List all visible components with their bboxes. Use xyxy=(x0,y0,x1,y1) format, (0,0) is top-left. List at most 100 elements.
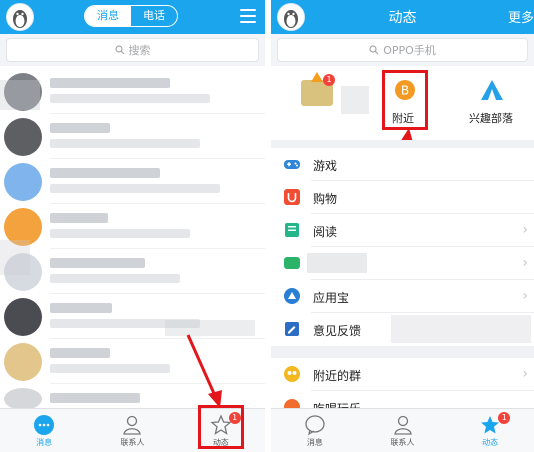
avatar xyxy=(4,388,42,410)
message-preview-redacted xyxy=(50,139,200,148)
avatar xyxy=(4,118,42,156)
chevron-right-icon: › xyxy=(522,222,528,238)
redaction-mosaic xyxy=(0,240,30,275)
menu-row-redacted[interactable]: › xyxy=(271,247,534,280)
feature-label: 兴趣部落 xyxy=(469,112,513,125)
feeds-screen: 动态 更多 OPPO手机 1 B 附近 兴趣部落 游戏 购物 阅读 › › 应用… xyxy=(271,0,534,452)
person-icon xyxy=(393,415,412,435)
book-icon xyxy=(285,223,299,237)
chevron-right-icon: › xyxy=(522,255,528,271)
messages-screen: 消息 电话 搜索 消息 联系人 1 动态 xyxy=(0,0,265,452)
chevron-right-icon: › xyxy=(522,366,528,382)
person-icon xyxy=(123,415,142,435)
tab-label: 动态 xyxy=(482,438,499,447)
avatar xyxy=(4,298,42,336)
contact-name-redacted xyxy=(50,168,160,178)
divider xyxy=(50,158,265,159)
contact-name-redacted xyxy=(50,258,145,268)
menu-row-reading[interactable]: 阅读 › xyxy=(271,214,534,247)
divider xyxy=(50,113,265,114)
divider xyxy=(50,248,265,249)
bottom-tab-bar: 消息 联系人 1 动态 xyxy=(271,408,534,452)
more-button[interactable]: 更多 xyxy=(508,7,534,26)
tab-label: 联系人 xyxy=(390,438,415,447)
row-label: 附近的群 xyxy=(313,369,362,383)
contact-name-redacted xyxy=(50,393,140,403)
feature-interest-tribe[interactable]: 兴趣部落 xyxy=(447,66,534,140)
message-preview-redacted xyxy=(50,184,220,193)
section-separator xyxy=(271,346,534,358)
gamepad-icon xyxy=(284,160,300,169)
tab-label: 联系人 xyxy=(120,438,145,447)
top-bar: 动态 更多 xyxy=(271,0,534,34)
feedback-icon xyxy=(285,322,299,336)
tab-contacts-bottom[interactable]: 联系人 xyxy=(88,409,176,452)
search-area: OPPO手机 xyxy=(271,34,534,66)
tab-messages-bottom[interactable]: 消息 xyxy=(0,409,88,452)
message-preview-redacted xyxy=(50,364,170,373)
contact-name-redacted xyxy=(50,123,110,133)
notification-badge: 1 xyxy=(323,74,335,86)
search-area: 搜索 xyxy=(0,34,265,66)
row-label: 应用宝 xyxy=(313,291,350,305)
tab-feeds-bottom[interactable]: 1 动态 xyxy=(446,409,534,452)
tab-phone[interactable]: 电话 xyxy=(131,6,177,26)
list-item[interactable] xyxy=(0,160,265,204)
arrow-annotation xyxy=(186,334,222,408)
shopping-bag-icon xyxy=(284,189,300,205)
message-phone-toggle: 消息 电话 xyxy=(84,5,178,27)
tab-label: 消息 xyxy=(306,438,323,447)
redaction-mosaic xyxy=(391,315,531,343)
row-label: 阅读 xyxy=(313,225,338,239)
divider xyxy=(50,203,265,204)
app-store-icon xyxy=(284,288,300,304)
search-placeholder: 搜索 xyxy=(128,44,151,57)
menu-row-nearby-groups[interactable]: 附近的群 › xyxy=(271,358,534,391)
row-label: 游戏 xyxy=(313,159,338,173)
feature-friend-feeds[interactable]: 1 xyxy=(271,66,369,140)
menu-icon[interactable] xyxy=(240,9,256,23)
menu-row-app-store[interactable]: 应用宝 › xyxy=(271,280,534,313)
penguin-avatar-icon xyxy=(7,4,33,30)
divider xyxy=(50,383,265,384)
highlight-box xyxy=(382,70,428,130)
chat-bubble-icon xyxy=(305,415,325,436)
tab-contacts-bottom[interactable]: 联系人 xyxy=(359,409,447,452)
message-preview-redacted xyxy=(50,274,180,283)
search-icon xyxy=(369,45,379,55)
tab-messages-bottom[interactable]: 消息 xyxy=(271,409,359,452)
highlight-box xyxy=(198,405,244,449)
divider xyxy=(50,338,265,339)
row-label: 意见反馈 xyxy=(313,324,362,338)
search-placeholder: OPPO手机 xyxy=(383,44,436,57)
contact-name-redacted xyxy=(50,348,110,358)
message-preview-redacted xyxy=(50,229,190,238)
nearby-group-icon xyxy=(284,366,300,382)
menu-row-shopping[interactable]: 购物 xyxy=(271,181,534,214)
list-item[interactable] xyxy=(0,115,265,159)
redaction-mosaic xyxy=(307,253,367,273)
green-app-icon xyxy=(284,257,300,269)
contact-name-redacted xyxy=(50,213,108,223)
menu-row-games[interactable]: 游戏 xyxy=(271,148,534,181)
menu-row-feedback[interactable]: 意见反馈 xyxy=(271,313,534,346)
redaction-mosaic xyxy=(0,80,40,110)
list-item[interactable] xyxy=(0,250,265,294)
row-label: 购物 xyxy=(313,192,338,206)
page-title: 动态 xyxy=(388,10,417,26)
contact-name-redacted xyxy=(50,303,112,313)
contact-name-redacted xyxy=(50,78,170,88)
message-preview-redacted xyxy=(50,94,210,103)
search-input[interactable]: 搜索 xyxy=(6,38,259,62)
tab-label: 消息 xyxy=(36,438,53,447)
list-item[interactable] xyxy=(0,205,265,249)
divider xyxy=(50,293,265,294)
tent-icon xyxy=(481,80,503,100)
chat-bubble-icon xyxy=(34,415,55,435)
search-icon xyxy=(114,45,124,55)
profile-avatar[interactable] xyxy=(6,3,34,31)
tab-messages[interactable]: 消息 xyxy=(85,6,131,26)
search-input[interactable]: OPPO手机 xyxy=(277,38,528,62)
chevron-right-icon: › xyxy=(522,288,528,304)
avatar xyxy=(4,343,42,381)
